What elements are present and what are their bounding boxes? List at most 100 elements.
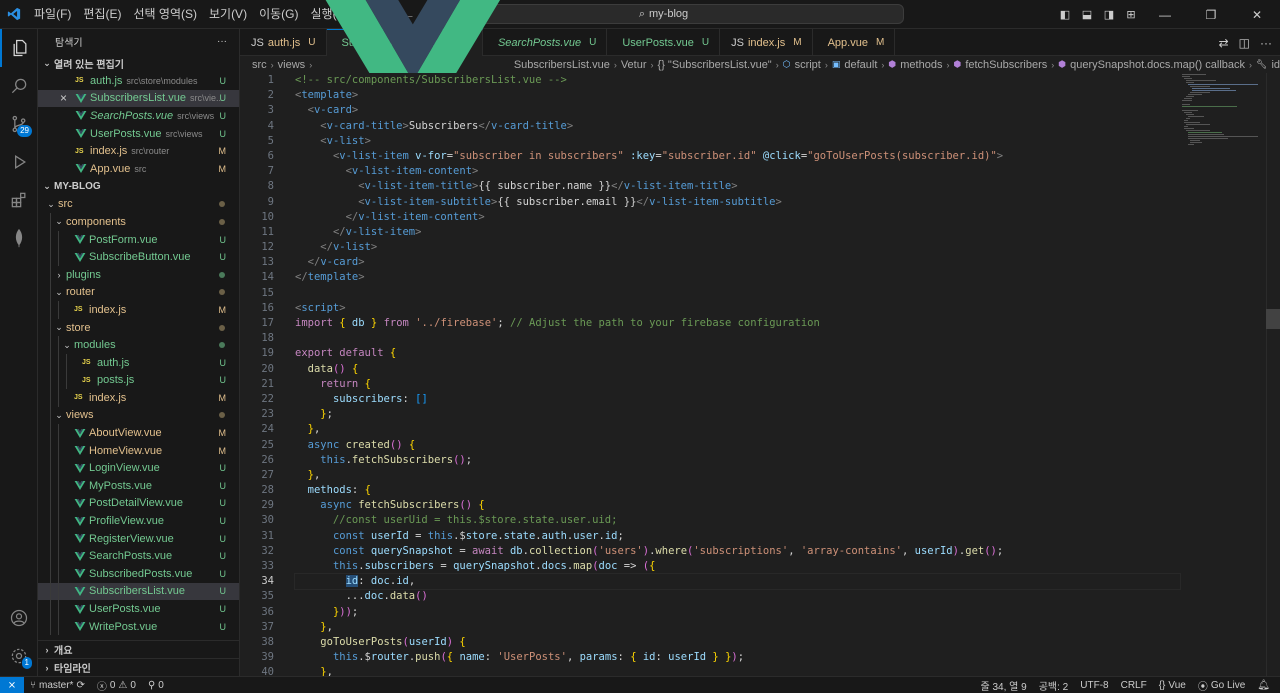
go-live-button[interactable]: ⦿ Go Live <box>1192 678 1251 693</box>
folder-item[interactable]: ⌄ router <box>38 283 239 302</box>
breadcrumb-item[interactable]: SubscribersList.vue <box>514 59 610 71</box>
file-item[interactable]: JS auth.js U <box>38 353 239 372</box>
menu-item[interactable]: 파일(F) <box>28 0 77 29</box>
file-item[interactable]: LoginView.vue U <box>38 459 239 478</box>
file-item[interactable]: HomeView.vue M <box>38 441 239 460</box>
code-line[interactable]: <v-list-item-title>{{ subscriber.name }}… <box>295 179 1180 194</box>
code-line[interactable]: <v-list-item-content> <box>295 164 1180 179</box>
manage-gear-icon[interactable]: 1 <box>0 637 38 675</box>
encoding-status[interactable]: UTF-8 <box>1074 680 1114 691</box>
breadcrumb-item[interactable]: querySnapshot.docs.map() callback <box>1070 59 1245 71</box>
breadcrumb-item[interactable]: src <box>252 59 267 71</box>
file-item[interactable]: ProfileView.vue U <box>38 512 239 530</box>
menu-item[interactable]: 이동(G) <box>253 0 304 29</box>
breadcrumb-item[interactable]: id <box>1271 59 1280 71</box>
breadcrumb-item[interactable]: fetchSubscribers <box>965 59 1047 71</box>
close-icon[interactable]: × <box>60 91 75 105</box>
minimap[interactable] <box>1180 73 1266 676</box>
eol-status[interactable]: CRLF <box>1115 680 1153 691</box>
language-status[interactable]: {} Vue <box>1153 680 1192 691</box>
breadcrumb-item[interactable]: views <box>278 59 306 71</box>
restore-icon[interactable]: ❐ <box>1188 8 1234 22</box>
folder-item[interactable]: ⌄ views <box>38 406 239 425</box>
open-editor-item[interactable]: JS index.js src\router M <box>38 142 239 160</box>
code-line[interactable]: </v-card> <box>295 255 1180 270</box>
file-item[interactable]: WritePost.vue U <box>38 617 239 636</box>
breadcrumb-item[interactable]: Vetur <box>621 59 647 71</box>
notifications-bell-icon[interactable]: 🔔︎ <box>1251 680 1276 691</box>
outline-header[interactable]: › 개요 <box>38 640 239 658</box>
branch-status[interactable]: ⑂ master* ⟳ <box>24 680 91 691</box>
vertical-scrollbar[interactable] <box>1266 73 1280 676</box>
tab-userposts-vue[interactable]: UserPosts.vue U <box>607 29 721 56</box>
file-item[interactable]: RegisterView.vue U <box>38 529 239 548</box>
explorer-icon[interactable] <box>0 29 38 67</box>
file-item[interactable]: AboutView.vue M <box>38 424 239 442</box>
code-line[interactable]: id: doc.id, <box>294 573 1181 591</box>
tab-auth-js[interactable]: JS auth.js U <box>240 29 327 56</box>
mongodb-leaf-icon[interactable] <box>0 219 38 257</box>
folder-item[interactable]: ⌄ modules <box>38 336 239 354</box>
code-line[interactable]: this.$router.push({ name: 'UserPosts', p… <box>295 650 1180 665</box>
breadcrumb-item[interactable]: {} "SubscribersList.vue" <box>658 59 772 71</box>
code-line[interactable]: //const userUid = this.$store.state.user… <box>295 513 1180 528</box>
code-line[interactable]: import { db } from '../firebase'; // Adj… <box>295 316 1180 331</box>
close-window-icon[interactable]: ✕ <box>1234 8 1280 22</box>
code-line[interactable]: }, <box>295 665 1180 676</box>
code-line[interactable]: <v-card> <box>295 103 1180 118</box>
toggle-secondary-sidebar-icon[interactable]: ◨ <box>1098 8 1120 21</box>
tab-index-js[interactable]: JS index.js M <box>720 29 813 56</box>
code-line[interactable]: return { <box>295 377 1180 392</box>
breadcrumb-item[interactable]: script <box>795 59 821 71</box>
open-editor-item[interactable]: × SubscribersList.vue src\vie... U <box>38 89 239 108</box>
account-icon[interactable] <box>0 599 38 637</box>
code-line[interactable]: <v-card-title>Subscribers</v-card-title> <box>295 119 1180 134</box>
timeline-header[interactable]: › 타임라인 <box>38 658 239 676</box>
folder-item[interactable]: ⌄ store <box>38 318 239 337</box>
breadcrumb-item[interactable]: methods <box>900 59 942 71</box>
code-lines[interactable]: <!-- src/components/SubscribersList.vue … <box>294 73 1181 676</box>
code-line[interactable]: <!-- src/components/SubscribersList.vue … <box>295 73 1180 88</box>
extensions-icon[interactable] <box>0 181 38 219</box>
indentation-status[interactable]: 공백: 2 <box>1033 678 1075 693</box>
source-control-icon[interactable]: 29 <box>0 105 38 143</box>
code-line[interactable]: }, <box>295 468 1180 483</box>
open-editor-item[interactable]: JS auth.js src\store\modules U <box>38 72 239 90</box>
code-line[interactable]: </v-list> <box>295 240 1180 255</box>
project-header[interactable]: ⌄ MY-BLOG <box>38 178 239 196</box>
code-line[interactable]: data() { <box>295 362 1180 377</box>
code-line[interactable]: </v-list-item-content> <box>295 210 1180 225</box>
code-line[interactable]: }, <box>295 422 1180 437</box>
folder-item[interactable]: ⌄ components <box>38 213 239 231</box>
code-line[interactable]: this.subscribers = querySnapshot.docs.ma… <box>295 559 1180 574</box>
code-line[interactable]: <v-list> <box>295 134 1180 149</box>
file-item[interactable]: SubscribeButton.vue U <box>38 248 239 266</box>
code-line[interactable]: <script> <box>295 301 1180 316</box>
file-item[interactable]: SubscribedPosts.vue U <box>38 565 239 583</box>
code-line[interactable]: </v-list-item> <box>295 225 1180 240</box>
run-debug-icon[interactable] <box>0 143 38 181</box>
cursor-position[interactable]: 줄 34, 열 9 <box>975 678 1033 693</box>
code-line[interactable]: })); <box>295 605 1180 620</box>
open-editor-item[interactable]: UserPosts.vue src\views U <box>38 125 239 143</box>
code-line[interactable]: export default { <box>295 346 1180 361</box>
code-line[interactable]: ...doc.data() <box>295 589 1180 604</box>
more-actions-icon[interactable]: ··· <box>217 36 227 47</box>
code-line[interactable]: const userId = this.$store.state.auth.us… <box>295 529 1180 544</box>
code-line[interactable]: async created() { <box>295 438 1180 453</box>
code-line[interactable] <box>295 286 1180 301</box>
ports-status[interactable]: ⚲ 0 <box>142 680 170 691</box>
code-line[interactable]: methods: { <box>295 483 1180 498</box>
folder-item[interactable]: ⌄ src <box>38 196 239 214</box>
code-line[interactable]: }; <box>295 407 1180 422</box>
folder-item[interactable]: › plugins <box>38 265 239 284</box>
file-item[interactable]: PostDetailView.vue U <box>38 494 239 513</box>
menu-item[interactable]: 보기(V) <box>203 0 253 29</box>
file-item[interactable]: JS posts.js U <box>38 371 239 390</box>
code-line[interactable]: <template> <box>295 88 1180 103</box>
code-line[interactable]: </template> <box>295 270 1180 285</box>
file-item[interactable]: PostForm.vue U <box>38 230 239 249</box>
file-item[interactable]: UserPosts.vue U <box>38 600 239 618</box>
code-line[interactable]: this.fetchSubscribers(); <box>295 453 1180 468</box>
open-editor-item[interactable]: App.vue src M <box>38 160 239 178</box>
